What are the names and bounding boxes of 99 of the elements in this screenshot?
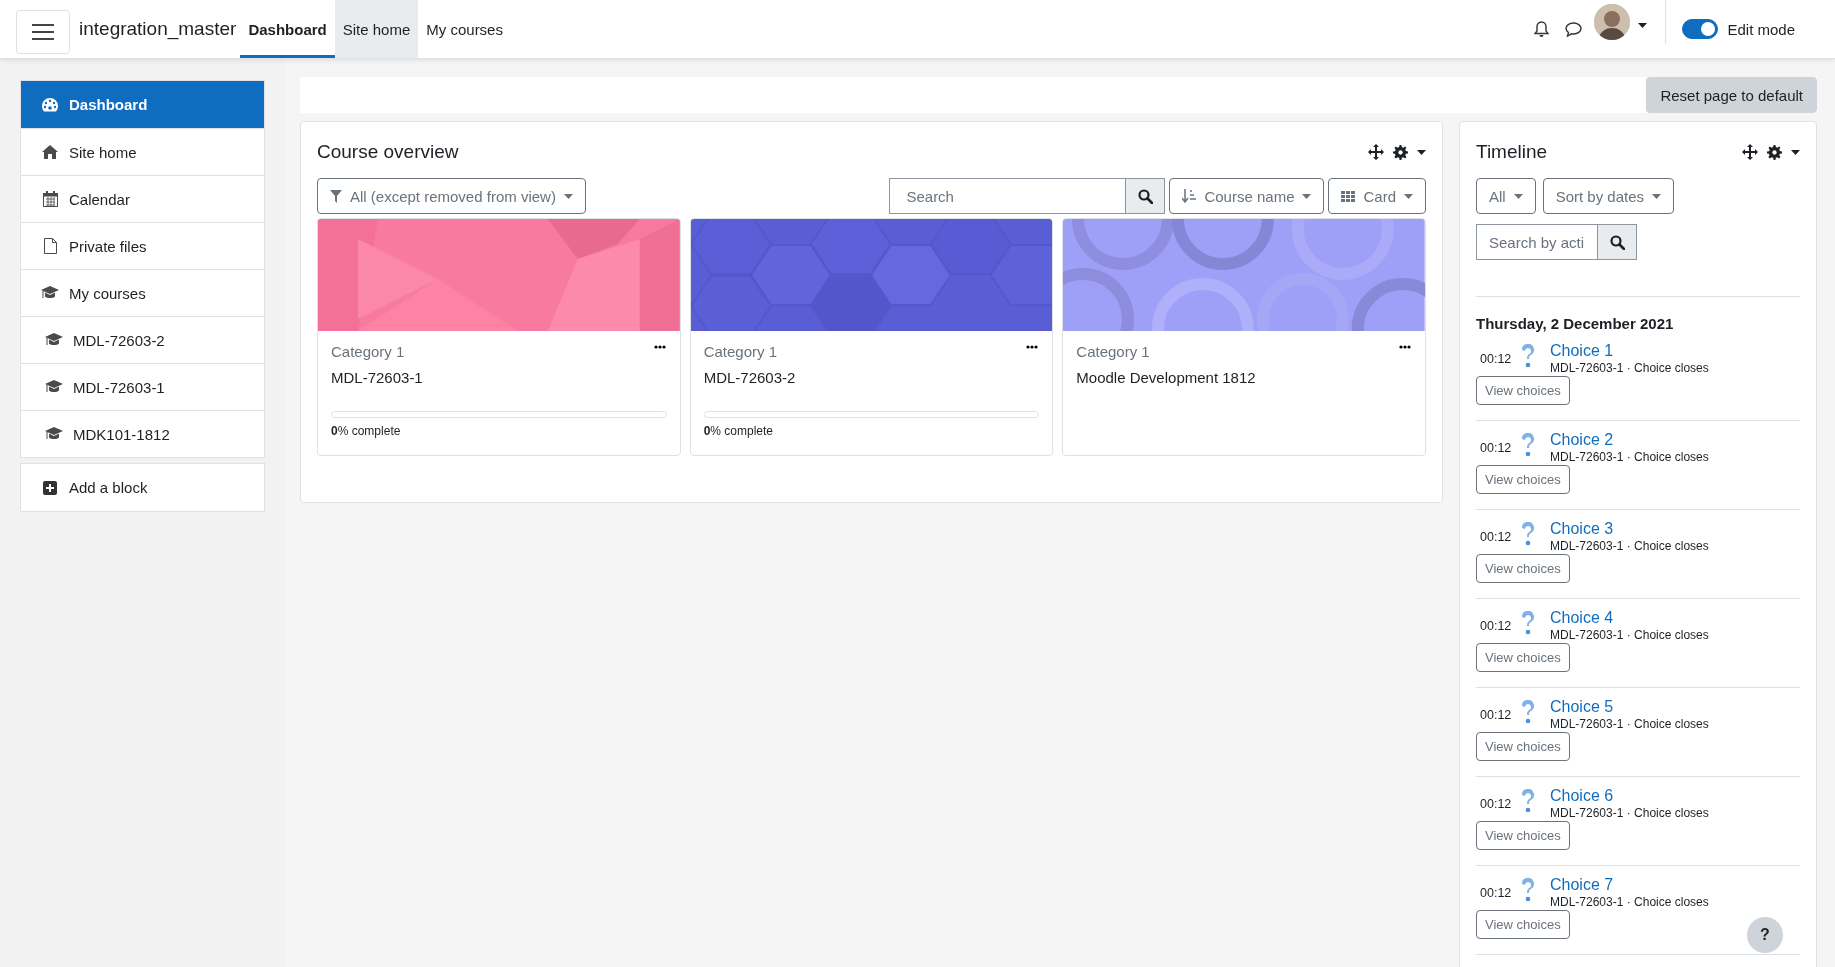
menu-button[interactable] xyxy=(16,10,70,54)
bell-icon[interactable] xyxy=(1534,21,1550,37)
nav-tab[interactable]: Site home xyxy=(334,0,419,58)
block-title: Timeline xyxy=(1476,141,1549,163)
graduation-cap-icon xyxy=(45,333,63,347)
course-category: Category 1 xyxy=(1076,343,1150,360)
block-title: Course overview xyxy=(317,141,460,163)
event-time: 00:12 xyxy=(1479,352,1513,366)
event-subtitle: MDL-72603-1 · Choice closes xyxy=(1550,539,1709,553)
filter-icon xyxy=(330,189,342,203)
view-dropdown[interactable]: Card xyxy=(1328,178,1426,214)
search-button[interactable] xyxy=(1597,224,1637,260)
event-link[interactable]: Choice 7 xyxy=(1550,876,1709,894)
caret-icon xyxy=(1513,193,1523,199)
question-mark-icon xyxy=(1520,433,1536,457)
course-name[interactable]: MDL-72603-1 xyxy=(331,369,667,386)
view-choices-button[interactable]: View choices xyxy=(1476,376,1570,405)
search-button[interactable] xyxy=(1125,178,1166,214)
course-name[interactable]: Moodle Development 1812 xyxy=(1076,369,1412,386)
caret-icon xyxy=(1652,193,1662,199)
caret-icon xyxy=(1417,149,1426,155)
home-icon xyxy=(42,145,58,159)
reset-page-button[interactable]: Reset page to default xyxy=(1646,77,1817,113)
event-link[interactable]: Choice 5 xyxy=(1550,698,1709,716)
view-choices-button[interactable]: View choices xyxy=(1476,732,1570,761)
event-subtitle: MDL-72603-1 · Choice closes xyxy=(1550,361,1709,375)
question-mark-icon xyxy=(1520,344,1536,368)
date-heading: Thursday, 2 December 2021 xyxy=(1476,315,1675,332)
sidebar-item[interactable]: Dashboard xyxy=(21,81,264,128)
grid-icon xyxy=(1341,190,1356,202)
course-card[interactable]: Category 1 MDL-72603-1 0% complete xyxy=(317,218,681,456)
site-name: integration_master xyxy=(79,18,237,40)
nav-tab[interactable]: My courses xyxy=(418,0,511,58)
course-card[interactable]: Category 1 MDL-72603-2 0% complete xyxy=(689,218,1054,456)
sort-dropdown[interactable]: Course name xyxy=(1169,178,1325,214)
edit-mode-toggle[interactable] xyxy=(1682,19,1719,39)
view-choices-button[interactable]: View choices xyxy=(1476,554,1570,583)
sort-dropdown[interactable]: Sort by dates xyxy=(1542,178,1675,214)
caret-icon xyxy=(1404,193,1413,199)
event-subtitle: MDL-72603-1 · Choice closes xyxy=(1550,717,1709,731)
progress-label: 0% complete xyxy=(331,424,401,438)
question-mark-icon xyxy=(1520,789,1536,813)
progress-label: 0% complete xyxy=(703,424,774,438)
sort-icon xyxy=(1182,188,1197,204)
question-mark-icon xyxy=(1520,878,1536,902)
view-choices-button[interactable]: View choices xyxy=(1476,465,1570,494)
search-field[interactable]: Search by acti xyxy=(1476,224,1597,260)
event-time: 00:12 xyxy=(1479,708,1513,722)
calendar-icon xyxy=(42,191,58,207)
edit-mode-label: Edit mode xyxy=(1727,20,1795,38)
event-link[interactable]: Choice 6 xyxy=(1550,787,1709,805)
plus-square-icon xyxy=(43,480,57,495)
event-link[interactable]: Choice 1 xyxy=(1550,342,1709,360)
event-link[interactable]: Choice 4 xyxy=(1550,609,1709,627)
event-time: 00:12 xyxy=(1479,886,1513,900)
move-icon[interactable] xyxy=(1742,144,1758,160)
course-card[interactable]: Category 1 Moodle Development 1812 xyxy=(1062,218,1426,456)
settings-icon[interactable] xyxy=(1393,144,1408,160)
caret-icon xyxy=(563,193,573,199)
event-time: 00:12 xyxy=(1479,441,1513,455)
search-field[interactable]: Search xyxy=(889,178,1126,214)
graduation-cap-icon xyxy=(45,380,63,394)
settings-icon[interactable] xyxy=(1767,144,1782,160)
event-time: 00:12 xyxy=(1479,530,1513,544)
caret-icon xyxy=(1638,22,1648,28)
question-mark-icon xyxy=(1520,611,1536,635)
gauge-icon xyxy=(42,97,58,112)
event-time: 00:12 xyxy=(1479,619,1513,633)
filter-dropdown[interactable]: All (except removed from view) xyxy=(317,178,586,214)
event-subtitle: MDL-72603-1 · Choice closes xyxy=(1550,895,1709,909)
event-link[interactable]: Choice 3 xyxy=(1550,520,1709,538)
file-icon xyxy=(43,238,57,254)
event-subtitle: MDL-72603-1 · Choice closes xyxy=(1550,806,1709,820)
graduation-cap-icon xyxy=(41,286,59,300)
caret-icon xyxy=(1302,193,1312,199)
course-category: Category 1 xyxy=(703,343,778,360)
view-choices-button[interactable]: View choices xyxy=(1476,910,1570,939)
event-link[interactable]: Choice 2 xyxy=(1550,431,1709,449)
graduation-cap-icon xyxy=(45,427,63,441)
view-choices-button[interactable]: View choices xyxy=(1476,821,1570,850)
event-subtitle: MDL-72603-1 · Choice closes xyxy=(1550,628,1709,642)
question-mark-icon xyxy=(1520,522,1536,546)
avatar-icon[interactable] xyxy=(1594,4,1631,40)
search-icon xyxy=(1609,234,1625,250)
more-icon[interactable] xyxy=(1399,345,1411,349)
search-icon xyxy=(1137,188,1153,204)
move-icon[interactable] xyxy=(1368,144,1384,160)
event-time: 00:12 xyxy=(1479,797,1513,811)
question-mark-icon xyxy=(1520,700,1536,724)
course-category: Category 1 xyxy=(331,343,405,360)
view-choices-button[interactable]: View choices xyxy=(1476,643,1570,672)
filter-dropdown[interactable]: All xyxy=(1476,178,1536,214)
more-icon[interactable] xyxy=(1026,345,1039,349)
menu-icon xyxy=(32,24,54,40)
course-name[interactable]: MDL-72603-2 xyxy=(703,369,1040,386)
caret-icon xyxy=(1791,149,1800,155)
event-subtitle: MDL-72603-1 · Choice closes xyxy=(1550,450,1709,464)
chat-bubble-icon[interactable] xyxy=(1565,21,1583,37)
more-icon[interactable] xyxy=(653,345,666,349)
